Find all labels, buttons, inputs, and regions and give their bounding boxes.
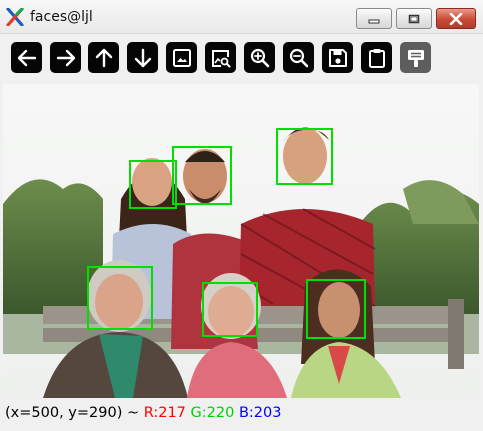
zoom-out-button[interactable]: [283, 42, 314, 73]
clipboard-icon: [368, 48, 385, 68]
image-search-icon: [211, 49, 230, 67]
maximize-button[interactable]: [396, 8, 432, 29]
pixel-green-value: G:220: [190, 405, 235, 421]
pan-up-button[interactable]: [88, 42, 119, 73]
pan-left-button[interactable]: [11, 42, 42, 73]
zoom-out-icon: [289, 48, 308, 67]
copy-clipboard-button[interactable]: [361, 42, 392, 73]
image-icon: [172, 48, 191, 67]
app-icon: [6, 8, 24, 26]
face-detection-box: [172, 146, 232, 205]
maximize-icon: [408, 14, 420, 23]
zoom-in-icon: [250, 48, 269, 67]
face-detection-box: [276, 128, 333, 185]
close-button[interactable]: [436, 8, 476, 29]
properties-button[interactable]: [400, 42, 431, 73]
group-photo: [3, 84, 479, 398]
cursor-position: (x=500, y=290) ~: [5, 405, 144, 421]
save-icon: [328, 48, 347, 67]
image-viewport[interactable]: [3, 84, 479, 398]
arrow-down-icon: [134, 48, 151, 67]
toolbar: [0, 34, 483, 84]
window-title: faces@ljl: [30, 9, 93, 25]
zoom-fit-button[interactable]: [205, 42, 236, 73]
arrow-up-icon: [95, 48, 112, 67]
pixel-blue-value: B:203: [238, 405, 282, 421]
save-image-button[interactable]: [322, 42, 353, 73]
properties-icon: [407, 49, 424, 67]
status-bar: (x=500, y=290) ~ R:217 G:220 B:203: [0, 400, 483, 431]
face-detection-box: [87, 266, 153, 330]
face-detection-box: [306, 279, 366, 339]
arrow-left-icon: [17, 49, 36, 66]
minimize-icon: [368, 19, 380, 23]
pan-down-button[interactable]: [127, 42, 158, 73]
pixel-red-value: R:217: [143, 405, 186, 421]
minimize-button[interactable]: [356, 8, 392, 29]
pan-right-button[interactable]: [50, 42, 81, 73]
close-icon: [449, 12, 463, 25]
title-bar: faces@ljl: [0, 0, 483, 34]
zoom-in-button[interactable]: [244, 42, 275, 73]
face-detection-box: [129, 160, 177, 209]
arrow-right-icon: [56, 49, 75, 66]
face-detection-box: [202, 282, 258, 337]
zoom-to-window-button[interactable]: [166, 42, 197, 73]
